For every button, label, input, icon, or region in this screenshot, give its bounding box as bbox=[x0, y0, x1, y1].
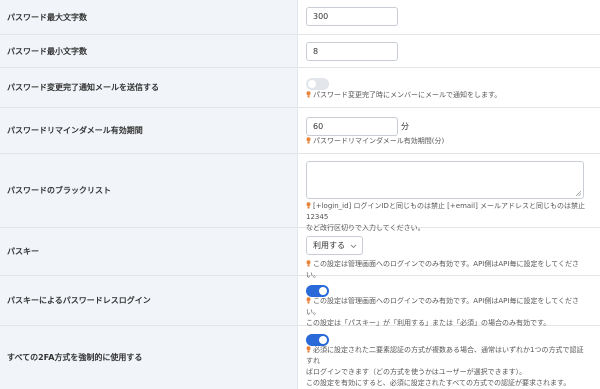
change-mail-toggle[interactable] bbox=[306, 78, 329, 90]
reminder-unit: 分 bbox=[401, 122, 409, 131]
bulb-icon bbox=[306, 297, 311, 304]
label-min-length: パスワード最小文字数 bbox=[0, 35, 298, 67]
min-length-input[interactable]: 8 bbox=[306, 42, 398, 61]
blacklist-textarea[interactable] bbox=[306, 161, 584, 199]
reminder-input[interactable]: 60 bbox=[306, 117, 398, 136]
chevron-down-icon bbox=[350, 244, 357, 249]
max-length-input[interactable]: 300 bbox=[306, 7, 398, 26]
settings-table: パスワード最大文字数 300 パスワード最小文字数 8 パスワード変更完了通知メ… bbox=[0, 0, 600, 389]
bulb-icon bbox=[306, 260, 311, 267]
passkey-select[interactable]: 利用する bbox=[306, 236, 363, 255]
row-min-length: パスワード最小文字数 8 bbox=[0, 35, 600, 68]
force-2fa-help: 必須に設定された二要素認証の方式が複数ある場合、通常はいずれか1つの方式で認証す… bbox=[306, 346, 584, 387]
bulb-icon bbox=[306, 91, 311, 98]
label-max-length: パスワード最大文字数 bbox=[0, 0, 298, 34]
label-blacklist: パスワードのブラックリスト bbox=[0, 154, 298, 227]
row-passkey: パスキー 利用する この設定は管理画面へのログインでのみ有効です。API側はAP… bbox=[0, 228, 600, 279]
row-blacklist: パスワードのブラックリスト [+login_id] ログインIDと同じものは禁止… bbox=[0, 154, 600, 232]
label-passkey: パスキー bbox=[0, 228, 298, 275]
reminder-help: パスワードリマインダメール有効期間(分) bbox=[306, 136, 590, 147]
row-passwordless: パスキーによるパスワードレスログイン この設定は管理画面へのログインでのみ有効で… bbox=[0, 276, 600, 327]
label-force-2fa: すべての2FA方式を強制的に使用する bbox=[0, 326, 298, 389]
bulb-icon bbox=[306, 202, 311, 209]
row-change-mail: パスワード変更完了通知メールを送信する パスワード変更完了時にメンバーにメールで… bbox=[0, 68, 600, 108]
label-passwordless: パスキーによるパスワードレスログイン bbox=[0, 276, 298, 325]
bulb-icon bbox=[306, 137, 311, 144]
row-max-length: パスワード最大文字数 300 bbox=[0, 0, 600, 35]
change-mail-help: パスワード変更完了時にメンバーにメールで通知をします。 bbox=[306, 90, 590, 101]
passkey-select-value: 利用する bbox=[313, 241, 345, 250]
row-force-2fa: すべての2FA方式を強制的に使用する 必須に設定された二要素認証の方式が複数ある… bbox=[0, 326, 600, 389]
bulb-icon bbox=[306, 346, 311, 353]
passwordless-help: この設定は管理画面へのログインでのみ有効です。API側はAPI毎に設定をしてくだ… bbox=[306, 297, 580, 327]
row-reminder: パスワードリマインダメール有効期間 60 分 パスワードリマインダメール有効期間… bbox=[0, 108, 600, 154]
resize-handle-icon[interactable] bbox=[576, 191, 581, 196]
label-reminder: パスワードリマインダメール有効期間 bbox=[0, 108, 298, 153]
label-change-mail: パスワード変更完了通知メールを送信する bbox=[0, 68, 298, 107]
